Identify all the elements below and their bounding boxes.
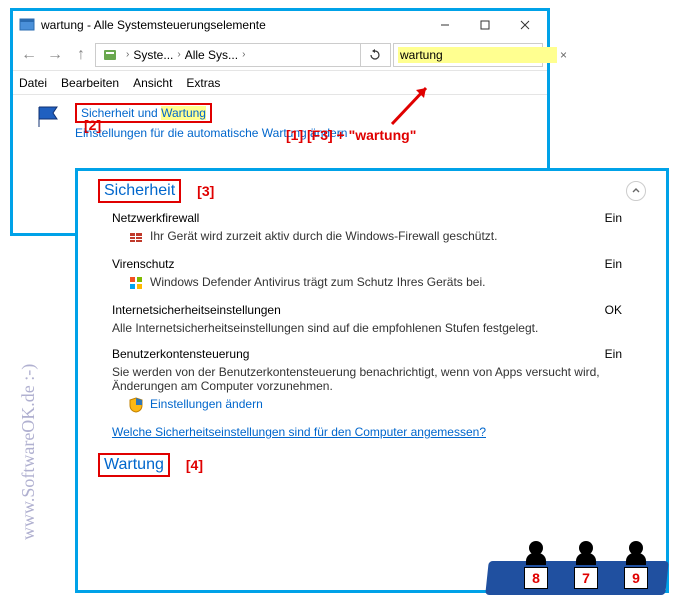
nav-toolbar: ← → ↑ › Syste... › Alle Sys... › ×	[13, 39, 547, 71]
internet-security-item: Internetsicherheitseinstellungen OK Alle …	[112, 303, 646, 335]
annotation-4: [4]	[186, 457, 203, 473]
breadcrumb-item[interactable]: Alle Sys...	[185, 48, 238, 62]
item-desc: Ihr Gerät wird zurzeit aktiv durch die W…	[150, 229, 497, 243]
maintenance-section-header[interactable]: Wartung	[104, 456, 164, 473]
judges-group: 8 7 9	[515, 541, 657, 589]
breadcrumb-item[interactable]: Syste...	[133, 48, 173, 62]
item-label: Internetsicherheitseinstellungen	[112, 303, 281, 317]
annotation-3: [3]	[197, 183, 214, 199]
uac-item: Benutzerkontensteuerung Ein Sie werden vo…	[112, 347, 646, 413]
shield-icon	[128, 397, 144, 413]
up-button[interactable]: ↑	[69, 43, 93, 67]
chevron-right-icon: ›	[242, 49, 245, 60]
status-value: Ein	[605, 347, 622, 361]
breadcrumb-icon	[102, 47, 118, 63]
forward-button[interactable]: →	[43, 43, 67, 67]
item-desc: Alle Internetsicherheitseinstellungen si…	[112, 321, 538, 335]
firewall-item: Netzwerkfirewall Ein Ihr Gerät wird zurze…	[112, 211, 646, 245]
menu-file[interactable]: Datei	[19, 76, 47, 90]
window-icon	[19, 17, 35, 33]
search-box[interactable]: ×	[393, 43, 543, 67]
firewall-icon	[128, 229, 144, 245]
uac-settings-link[interactable]: Einstellungen ändern	[150, 397, 263, 411]
annotation-1: [1] [F3] + "wartung"	[286, 127, 416, 143]
search-input[interactable]	[398, 47, 557, 63]
maximize-button[interactable]	[465, 12, 505, 38]
menu-view[interactable]: Ansicht	[133, 76, 172, 90]
score-card: 8	[524, 567, 548, 589]
security-flag-icon	[35, 103, 67, 131]
clear-search-icon[interactable]: ×	[557, 48, 570, 62]
arrow-icon	[386, 80, 436, 130]
menu-extras[interactable]: Extras	[186, 76, 220, 90]
judge-figure: 9	[615, 541, 657, 589]
item-desc: Sie werden von der Benutzerkontensteueru…	[112, 365, 646, 393]
titlebar: wartung - Alle Systemsteuerungselemente	[13, 11, 547, 39]
chevron-right-icon: ›	[177, 49, 180, 60]
judge-figure: 7	[565, 541, 607, 589]
item-desc: Windows Defender Antivirus trägt zum Sch…	[150, 275, 485, 289]
item-label: Virenschutz	[112, 257, 174, 271]
security-help-link[interactable]: Welche Sicherheitseinstellungen sind für…	[112, 425, 486, 439]
menu-bar: Datei Bearbeiten Ansicht Extras	[13, 71, 547, 95]
breadcrumb[interactable]: › Syste... › Alle Sys... ›	[95, 43, 391, 67]
minimize-button[interactable]	[425, 12, 465, 38]
item-label: Benutzerkontensteuerung	[112, 347, 249, 361]
status-value: OK	[605, 303, 622, 317]
annotation-2: [2]	[84, 117, 101, 133]
status-value: Ein	[605, 211, 622, 225]
item-label: Netzwerkfirewall	[112, 211, 199, 225]
back-button[interactable]: ←	[17, 43, 41, 67]
menu-edit[interactable]: Bearbeiten	[61, 76, 119, 90]
collapse-button[interactable]	[626, 181, 646, 201]
watermark-text: www.SoftwareOK.de :-)	[18, 364, 39, 540]
antivirus-item: Virenschutz Ein Windows Defender Antiviru…	[112, 257, 646, 291]
chevron-right-icon: ›	[126, 49, 129, 60]
window-title: wartung - Alle Systemsteuerungselemente	[41, 18, 425, 32]
close-button[interactable]	[505, 12, 545, 38]
score-card: 9	[624, 567, 648, 589]
score-card: 7	[574, 567, 598, 589]
security-maintenance-window: Sicherheit [3] Netzwerkfirewall Ein Ihr G…	[75, 168, 669, 593]
status-value: Ein	[605, 257, 622, 271]
defender-icon	[128, 275, 144, 291]
refresh-button[interactable]	[360, 43, 388, 67]
security-section-header[interactable]: Sicherheit	[104, 182, 175, 199]
judge-figure: 8	[515, 541, 557, 589]
